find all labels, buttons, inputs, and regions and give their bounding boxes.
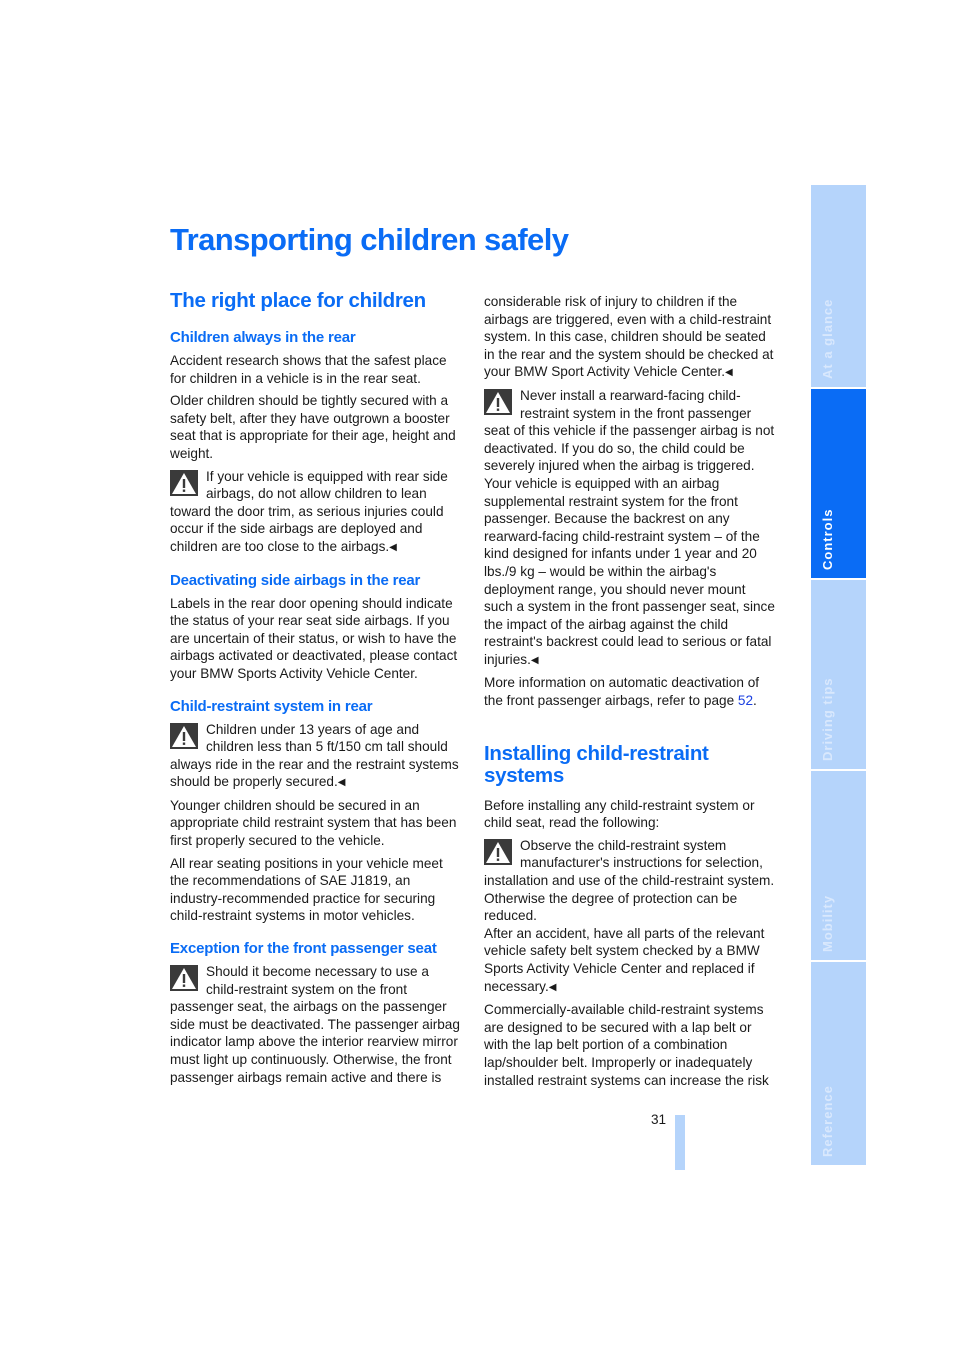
paragraph: Older children should be tightly secured… [170, 393, 456, 461]
side-tab-reference[interactable]: Reference [811, 962, 866, 1165]
warning-text: Observe the child-restraint system manuf… [484, 837, 775, 924]
side-tab-label: Controls [820, 508, 835, 570]
warning-triangle-icon [170, 722, 198, 749]
paragraph: Accident research shows that the safest … [170, 353, 447, 386]
warning-note: Observe the child-restraint system manuf… [484, 837, 776, 925]
side-tab-mobility[interactable]: Mobility [811, 771, 866, 960]
warning-text: If your vehicle is equipped with rear si… [170, 468, 448, 554]
warning-triangle-icon [170, 469, 198, 496]
left-column: The right place for children Children al… [170, 290, 462, 1091]
warning-text-continued: After an accident, have all parts of the… [484, 925, 776, 996]
side-tab-controls[interactable]: Controls [811, 389, 866, 578]
end-mark-icon: ◀ [725, 367, 733, 379]
paragraph: Labels in the rear door opening should i… [170, 595, 458, 681]
more-info-paragraph: More information on automatic deactivati… [484, 674, 776, 709]
subheading-deactivating-airbags: Deactivating side airbags in the rear [170, 571, 421, 589]
warning-text: Should it become necessary to use a chil… [170, 964, 460, 1085]
end-mark-icon: ◀ [389, 541, 397, 553]
page-marker-bar [675, 1115, 685, 1170]
paragraph: Before installing any child-restraint sy… [484, 797, 755, 831]
subheading-children-rear: Children always in the rear [170, 329, 356, 346]
end-mark-icon: ◀ [530, 654, 539, 666]
page-number: 31 [651, 1112, 667, 1127]
warning-triangle-icon [484, 838, 512, 865]
warning-note: Never install a rearward-facing child-re… [484, 387, 776, 670]
section-heading-installing: Installing child-restraint systems [484, 741, 709, 787]
paragraph: Younger children should be secured in an… [170, 797, 457, 849]
warning-text: After an accident, have all parts of the… [484, 925, 765, 994]
paragraph: All rear seating positions in your vehic… [170, 855, 443, 924]
section-heading-right-place: The right place for children [170, 289, 426, 312]
right-column: considerable risk of injury to children … [484, 293, 776, 1094]
warning-text: Children under 13 years of age and child… [170, 721, 459, 790]
side-tab-at-a-glance[interactable]: At a glance [811, 185, 866, 387]
warning-continued-text: considerable risk of injury to children … [484, 293, 776, 382]
end-mark-icon: ◀ [337, 777, 346, 789]
warning-note: Children under 13 years of age and child… [170, 721, 462, 792]
warning-text: Never install a rearward-facing child-re… [484, 387, 775, 667]
page-reference-link[interactable]: 52 [738, 693, 753, 708]
side-tab-label: At a glance [820, 298, 835, 379]
page-title: Transporting children safely [170, 222, 569, 257]
end-mark-icon: ◀ [548, 981, 557, 993]
side-tab-driving-tips[interactable]: Driving tips [811, 580, 866, 769]
subheading-child-restraint-rear: Child-restraint system in rear [170, 697, 373, 715]
punctuation: . [753, 693, 757, 709]
subheading-front-passenger-exception: Exception for the front passenger seat [170, 940, 437, 958]
side-tab-label: Driving tips [820, 677, 835, 761]
more-info-text: More information on automatic deactivati… [484, 675, 760, 709]
side-tab-label: Mobility [820, 894, 835, 952]
warning-triangle-icon [484, 388, 512, 415]
warning-note: Should it become necessary to use a chil… [170, 963, 462, 1086]
warning-triangle-icon [170, 965, 198, 992]
warning-note: If your vehicle is equipped with rear si… [170, 468, 462, 557]
side-tab-label: Reference [820, 1085, 835, 1157]
paragraph: Commercially-available child-restraint s… [484, 1002, 769, 1088]
